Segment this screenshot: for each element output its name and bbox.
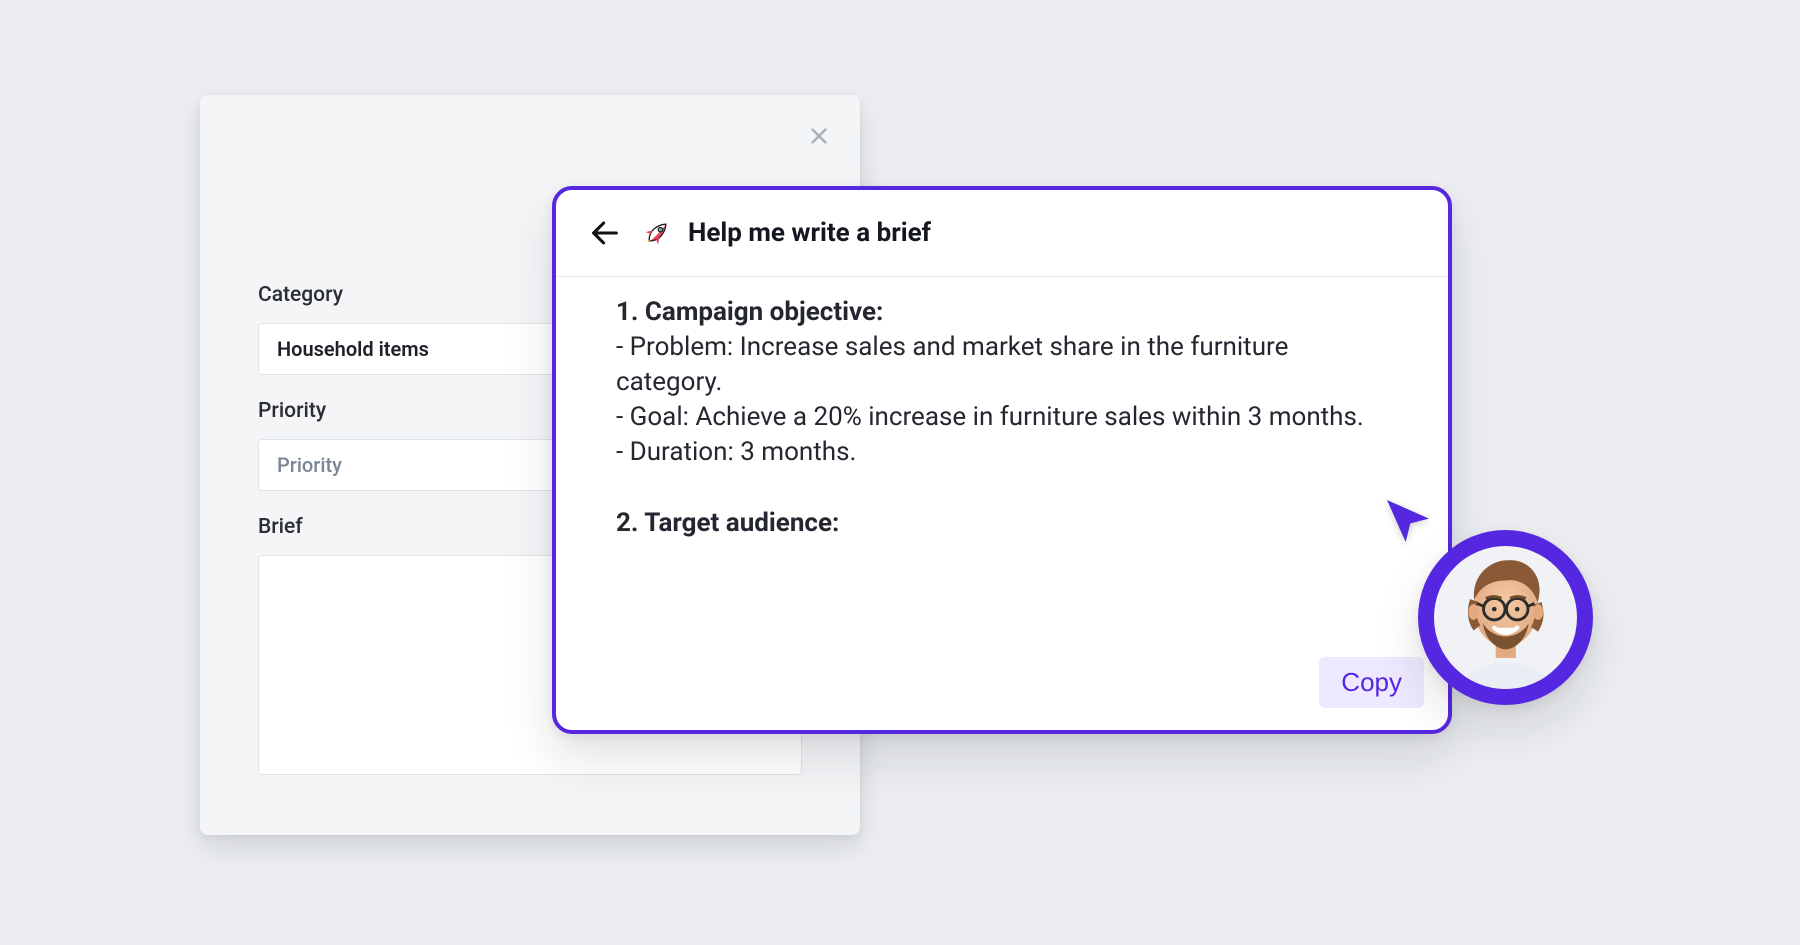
ai-header: Help me write a brief [556, 190, 1448, 277]
back-arrow-icon [588, 216, 622, 250]
close-icon [808, 125, 830, 147]
priority-placeholder: Priority [277, 453, 342, 477]
generated-brief-text: 1. Campaign objective:- Problem: Increas… [616, 295, 1388, 541]
close-button[interactable] [800, 117, 838, 155]
avatar-face [1434, 546, 1578, 690]
back-button[interactable] [584, 212, 626, 254]
cursor-pointer-icon [1380, 493, 1436, 549]
copy-button[interactable]: Copy [1319, 657, 1424, 708]
rocket-icon [642, 218, 672, 248]
ai-title: Help me write a brief [688, 218, 931, 248]
category-value: Household items [277, 337, 429, 361]
user-avatar [1418, 530, 1593, 705]
ai-body: 1. Campaign objective:- Problem: Increas… [556, 277, 1448, 589]
ai-panel: Help me write a brief 1. Campaign object… [552, 186, 1452, 734]
